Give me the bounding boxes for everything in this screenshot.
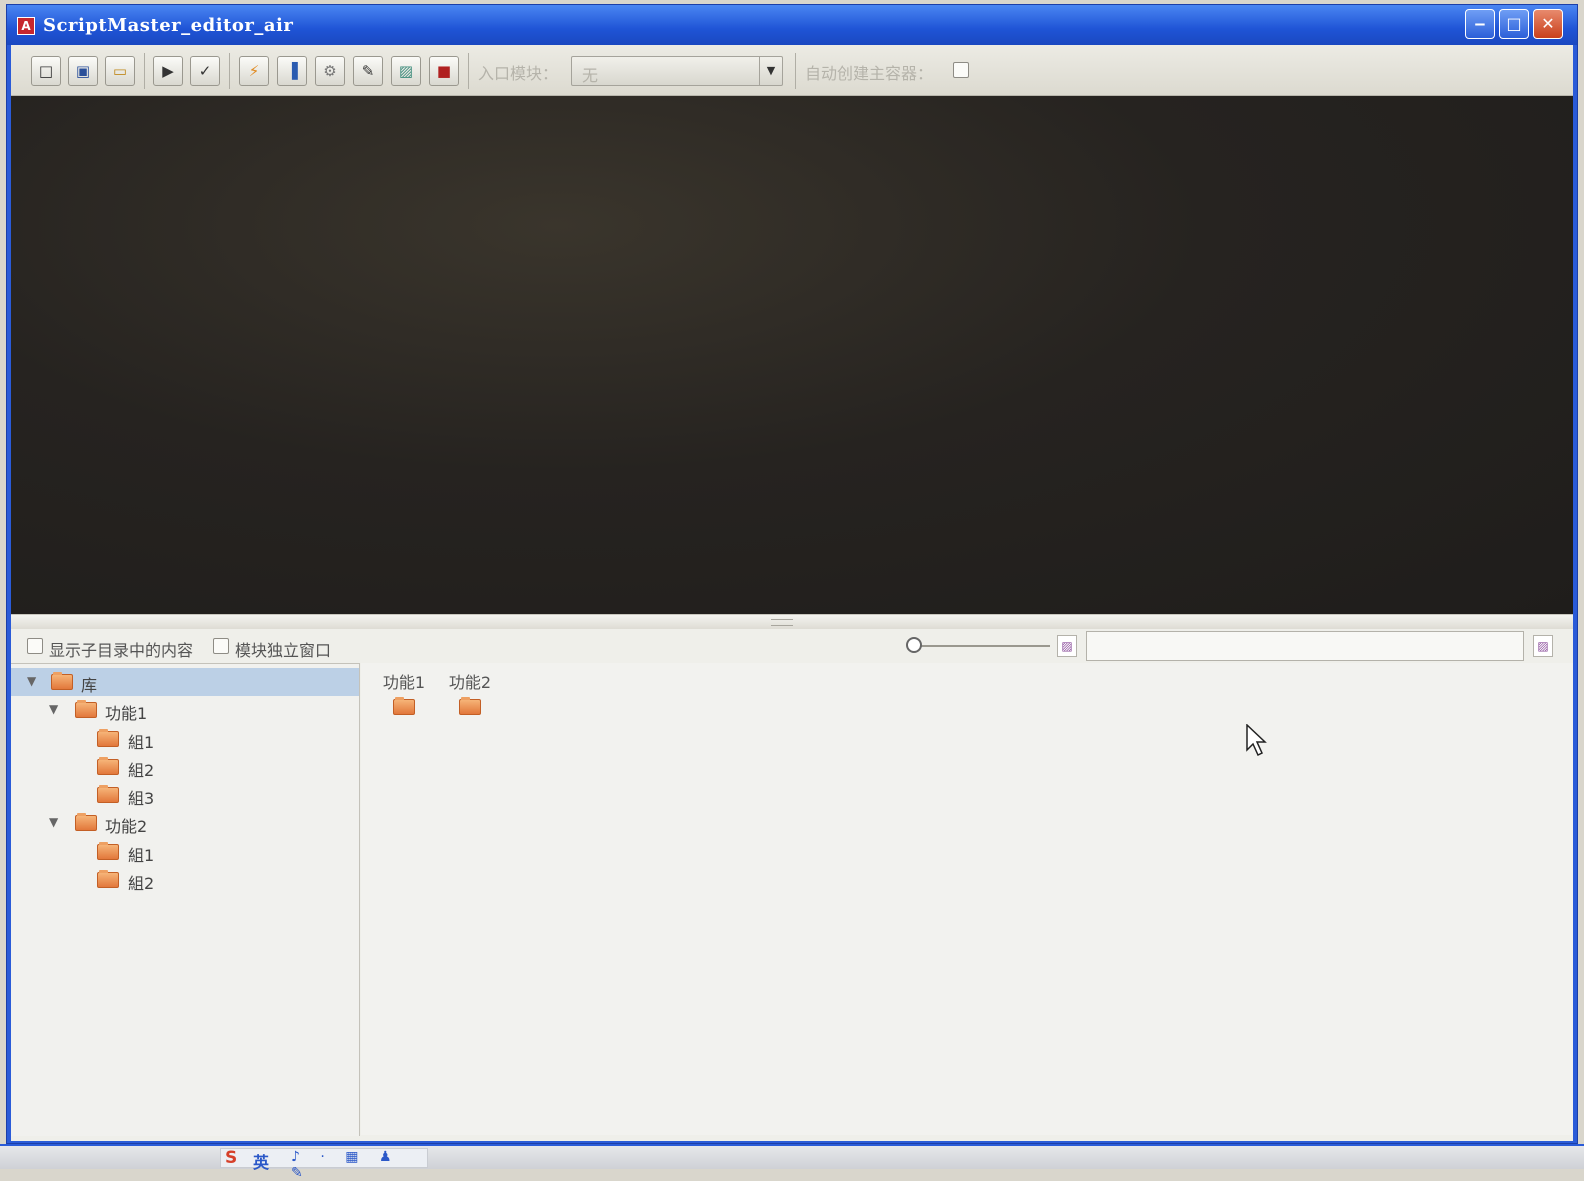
zoom-slider-track[interactable] <box>916 645 1050 647</box>
flag-button[interactable]: ■ <box>429 56 459 86</box>
entry-module-value: 无 <box>582 66 599 85</box>
expand-triangle-icon[interactable]: ▼ <box>49 702 58 716</box>
image-icon: ▨ <box>398 62 414 80</box>
settings-button[interactable]: ⚙ <box>315 56 345 86</box>
folder-icon <box>97 757 119 775</box>
script-master-icon[interactable]: A <box>17 17 35 35</box>
check-button[interactable]: ✓ <box>190 56 220 86</box>
tree-item-label: 功能1 <box>105 704 148 723</box>
ime-logo-icon[interactable]: S <box>225 1148 237 1168</box>
tree-item-label: 库 <box>81 676 98 695</box>
gear-icon: ⚙ <box>323 62 337 80</box>
entry-module-label: 入口模块： <box>478 64 559 83</box>
search-image-icon[interactable]: ▨ <box>1533 635 1553 657</box>
tree-item-group[interactable]: 組1 <box>11 838 359 866</box>
image-button[interactable]: ▨ <box>391 56 421 86</box>
run-icon: ▶ <box>162 62 174 80</box>
edit-image-icon: ✎ <box>361 62 375 80</box>
main-window: A ScriptMaster_editor_air ‒ □ ✕ □ ▣ ▭ ▶ … <box>6 4 1578 1144</box>
tree-item-label: 組1 <box>128 846 155 865</box>
tree-item-label: 功能2 <box>105 817 148 836</box>
toolbar: □ ▣ ▭ ▶ ✓ ⚡ ▐ ⚙ ✎ ▨ ■ 入口模块： 无 ▼ 自动创建主容器： <box>11 45 1573 96</box>
options-bar: 显示子目录中的内容 模块独立窗口 ▨ ▨ <box>11 629 1573 663</box>
ime-tray-icons[interactable]: ♪ · ▦ ♟ ✎ <box>291 1149 427 1181</box>
save-icon: ▣ <box>75 62 91 80</box>
content-panel: 功能1 功能2 <box>361 663 1573 1135</box>
module-window-label[interactable]: 模块独立窗口 <box>235 637 331 661</box>
red-flag-icon: ■ <box>436 62 452 80</box>
minimize-button[interactable]: ‒ <box>1465 9 1495 39</box>
auto-create-label: 自动创建主容器： <box>805 64 934 83</box>
expand-triangle-icon[interactable]: ▼ <box>27 674 36 688</box>
content-item-feature-1[interactable]: 功能1 <box>373 663 435 723</box>
content-item-label: 功能2 <box>448 673 492 692</box>
module-window-checkbox[interactable] <box>213 638 229 654</box>
content-item-label: 功能1 <box>382 673 426 692</box>
lightning-icon: ⚡ <box>248 62 260 80</box>
ime-toolbar[interactable]: S 英 ♪ · ▦ ♟ ✎ <box>220 1148 428 1181</box>
tree-item-feature-1[interactable]: ▼ 功能1 <box>11 696 359 724</box>
folder-icon <box>97 729 119 747</box>
content-item-feature-2[interactable]: 功能2 <box>439 663 501 723</box>
splitter-grip-icon[interactable] <box>771 619 793 626</box>
tree-item-label: 組2 <box>128 761 155 780</box>
open-button[interactable]: ▭ <box>105 56 135 86</box>
maximize-button[interactable]: □ <box>1499 9 1529 39</box>
lightning-button[interactable]: ⚡ <box>239 56 269 86</box>
entry-module-select[interactable]: 无 ▼ <box>571 56 783 86</box>
save-button[interactable]: ▣ <box>68 56 98 86</box>
tree-item-label: 組1 <box>128 733 155 752</box>
folder-icon <box>393 697 415 715</box>
tree-item-group[interactable]: 組2 <box>11 866 359 894</box>
tree-item-feature-2[interactable]: ▼ 功能2 <box>11 809 359 837</box>
tree-item-library[interactable]: ▼ 库 <box>11 668 359 696</box>
taskbar: S 英 ♪ · ▦ ♟ ✎ <box>0 1144 1584 1181</box>
run-button[interactable]: ▶ <box>153 56 183 86</box>
chevron-down-icon[interactable]: ▼ <box>759 57 782 85</box>
folder-icon <box>75 700 97 718</box>
folder-icon <box>97 842 119 860</box>
open-folder-icon: ▭ <box>112 62 128 80</box>
expand-triangle-icon[interactable]: ▼ <box>49 815 58 829</box>
image-view-icon[interactable]: ▨ <box>1057 635 1077 657</box>
toolbar-separator <box>144 53 145 89</box>
close-button[interactable]: ✕ <box>1533 9 1563 39</box>
tree-item-group[interactable]: 組3 <box>11 781 359 809</box>
tree-item-group[interactable]: 組1 <box>11 725 359 753</box>
toolbar-separator <box>795 53 796 89</box>
editor-canvas[interactable] <box>11 96 1573 614</box>
auto-create-checkbox[interactable] <box>953 62 969 78</box>
folder-icon <box>97 870 119 888</box>
folder-icon <box>75 813 97 831</box>
horizontal-splitter[interactable] <box>11 614 1573 630</box>
search-input[interactable] <box>1086 631 1524 661</box>
toolbar-separator <box>229 53 230 89</box>
tree-item-label: 組3 <box>128 789 155 808</box>
library-tree: ▼ 库 ▼ 功能1 組1 組2 組3 ▼ 功能2 組1 組2 <box>11 663 360 1136</box>
edit-image-button[interactable]: ✎ <box>353 56 383 86</box>
title-bar[interactable]: A ScriptMaster_editor_air ‒ □ ✕ <box>7 5 1577 45</box>
show-subdir-label[interactable]: 显示子目录中的内容 <box>49 637 193 661</box>
new-file-button[interactable]: □ <box>31 56 61 86</box>
folder-icon <box>51 672 73 690</box>
check-icon: ✓ <box>198 62 212 80</box>
columns-icon: ▐ <box>286 62 298 80</box>
folder-icon <box>97 785 119 803</box>
tree-item-label: 組2 <box>128 874 155 893</box>
folder-icon <box>459 697 481 715</box>
client-area: □ ▣ ▭ ▶ ✓ ⚡ ▐ ⚙ ✎ ▨ ■ 入口模块： 无 ▼ 自动创建主容器： <box>11 45 1573 1141</box>
window-title: ScriptMaster_editor_air <box>43 15 294 36</box>
toolbar-separator <box>468 53 469 89</box>
show-subdir-checkbox[interactable] <box>27 638 43 654</box>
ime-mode-toggle[interactable]: 英 <box>253 1149 269 1173</box>
columns-button[interactable]: ▐ <box>277 56 307 86</box>
new-file-icon: □ <box>38 62 54 80</box>
mouse-cursor-icon <box>1246 724 1267 757</box>
zoom-slider-knob[interactable] <box>906 637 922 653</box>
tree-item-group[interactable]: 組2 <box>11 753 359 781</box>
